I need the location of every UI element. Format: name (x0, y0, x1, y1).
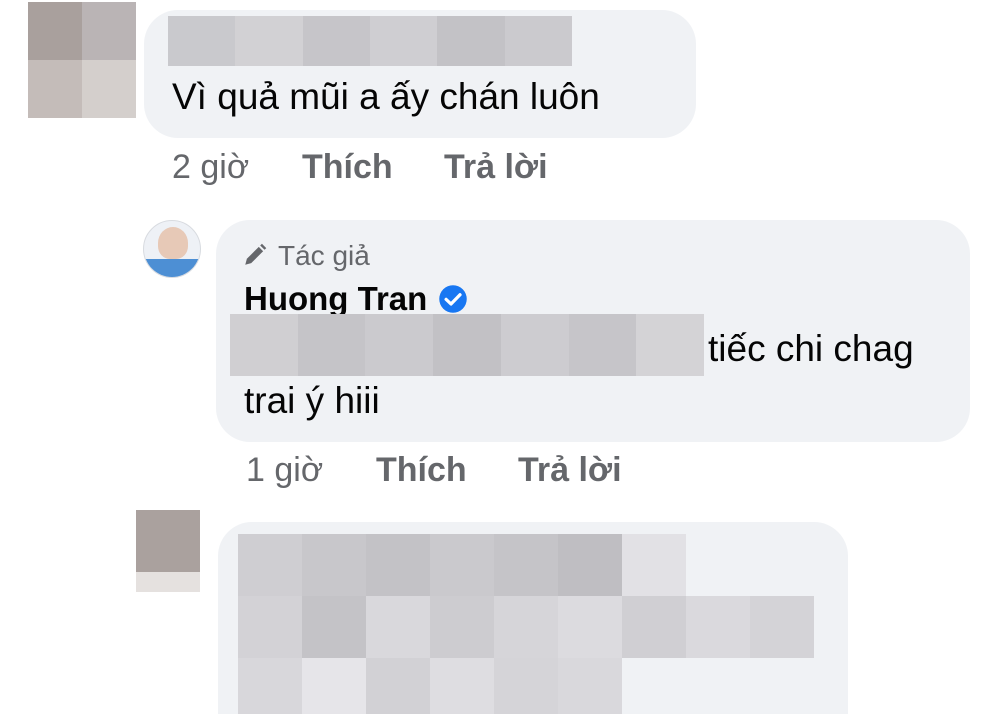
comment-bubble-1: Vì quả mũi a ấy chán luôn (144, 10, 696, 138)
reply-text-line-1: tiếc chi chag (708, 328, 914, 369)
reply-text-line-2: trai ý hiii (244, 380, 380, 421)
author-name[interactable]: Huong Tran (244, 280, 427, 318)
comment-bubble-3 (218, 522, 848, 714)
comment-1-text: Vì quả mũi a ấy chán luôn (172, 76, 600, 117)
comment-1-reply-button[interactable]: Trả lời (444, 148, 548, 187)
avatar-commenter-3[interactable] (136, 510, 200, 592)
avatar-commenter-1[interactable] (28, 2, 136, 118)
comment-1-like-button[interactable]: Thích (302, 148, 393, 187)
pencil-icon (245, 243, 267, 265)
blurred-reply-text (230, 314, 704, 376)
blurred-comment-3-row-3 (238, 658, 622, 714)
avatar-banner (144, 259, 200, 277)
blurred-comment-3-row-1 (238, 534, 686, 596)
reply-bubble: Tác giả Huong Tran tiếc chi chag trai ý … (216, 220, 970, 442)
avatar-portrait (158, 227, 188, 259)
author-avatar[interactable] (143, 220, 201, 278)
author-badge-label: Tác giả (278, 240, 370, 271)
comment-1-time[interactable]: 2 giờ (172, 148, 249, 187)
reply-like-button[interactable]: Thích (376, 451, 467, 490)
verified-check-icon (439, 285, 467, 313)
reply-time[interactable]: 1 giờ (246, 451, 323, 490)
blurred-comment-3-row-2 (238, 596, 814, 658)
reply-reply-button[interactable]: Trả lời (518, 451, 622, 490)
blurred-commenter-name (168, 16, 572, 66)
